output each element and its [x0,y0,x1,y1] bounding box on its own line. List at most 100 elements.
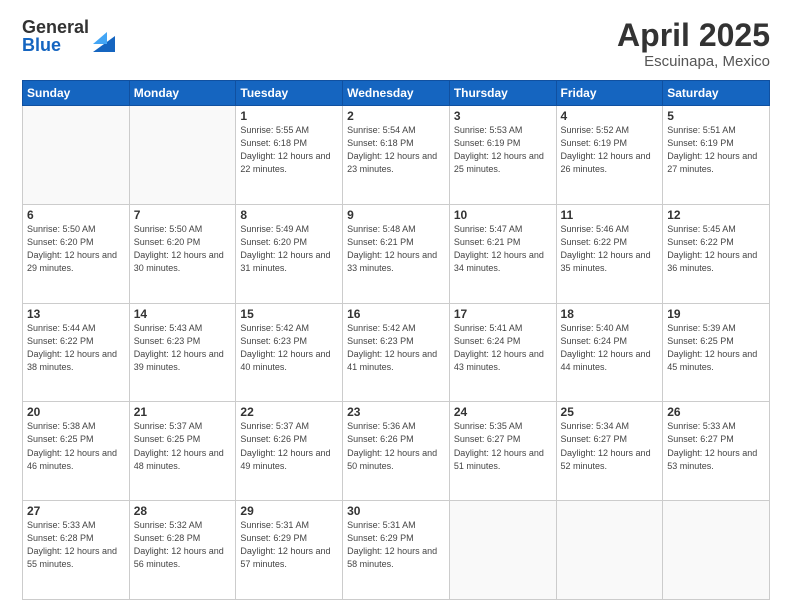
calendar-body: 1Sunrise: 5:55 AM Sunset: 6:18 PM Daylig… [23,106,770,600]
header-sunday: Sunday [23,81,130,106]
day-number: 2 [347,109,445,123]
day-number: 24 [454,405,552,419]
calendar-cell [23,106,130,205]
day-number: 19 [667,307,765,321]
day-number: 5 [667,109,765,123]
logo-text: General Blue [22,18,89,54]
calendar-cell [449,501,556,600]
day-info: Sunrise: 5:44 AM Sunset: 6:22 PM Dayligh… [27,322,125,374]
day-number: 8 [240,208,338,222]
calendar-title: April 2025 [617,18,770,53]
calendar-subtitle: Escuinapa, Mexico [617,53,770,70]
day-number: 3 [454,109,552,123]
calendar-cell: 13Sunrise: 5:44 AM Sunset: 6:22 PM Dayli… [23,303,130,402]
day-info: Sunrise: 5:37 AM Sunset: 6:25 PM Dayligh… [134,420,232,472]
calendar-cell [129,106,236,205]
day-number: 11 [561,208,659,222]
header-friday: Friday [556,81,663,106]
calendar-cell: 30Sunrise: 5:31 AM Sunset: 6:29 PM Dayli… [343,501,450,600]
day-info: Sunrise: 5:31 AM Sunset: 6:29 PM Dayligh… [240,519,338,571]
calendar-cell: 8Sunrise: 5:49 AM Sunset: 6:20 PM Daylig… [236,204,343,303]
day-info: Sunrise: 5:40 AM Sunset: 6:24 PM Dayligh… [561,322,659,374]
calendar-cell: 21Sunrise: 5:37 AM Sunset: 6:25 PM Dayli… [129,402,236,501]
calendar-cell: 19Sunrise: 5:39 AM Sunset: 6:25 PM Dayli… [663,303,770,402]
day-info: Sunrise: 5:47 AM Sunset: 6:21 PM Dayligh… [454,223,552,275]
day-info: Sunrise: 5:42 AM Sunset: 6:23 PM Dayligh… [240,322,338,374]
calendar-header: Sunday Monday Tuesday Wednesday Thursday… [23,81,770,106]
day-number: 16 [347,307,445,321]
logo-blue-text: Blue [22,36,89,54]
day-number: 10 [454,208,552,222]
day-info: Sunrise: 5:38 AM Sunset: 6:25 PM Dayligh… [27,420,125,472]
calendar-week-3: 13Sunrise: 5:44 AM Sunset: 6:22 PM Dayli… [23,303,770,402]
day-info: Sunrise: 5:33 AM Sunset: 6:28 PM Dayligh… [27,519,125,571]
calendar-cell [663,501,770,600]
calendar-cell: 7Sunrise: 5:50 AM Sunset: 6:20 PM Daylig… [129,204,236,303]
day-number: 6 [27,208,125,222]
calendar-cell: 12Sunrise: 5:45 AM Sunset: 6:22 PM Dayli… [663,204,770,303]
header-tuesday: Tuesday [236,81,343,106]
day-number: 17 [454,307,552,321]
calendar-table: Sunday Monday Tuesday Wednesday Thursday… [22,80,770,600]
day-number: 18 [561,307,659,321]
day-info: Sunrise: 5:48 AM Sunset: 6:21 PM Dayligh… [347,223,445,275]
calendar-cell: 4Sunrise: 5:52 AM Sunset: 6:19 PM Daylig… [556,106,663,205]
day-info: Sunrise: 5:45 AM Sunset: 6:22 PM Dayligh… [667,223,765,275]
day-number: 1 [240,109,338,123]
calendar-cell: 16Sunrise: 5:42 AM Sunset: 6:23 PM Dayli… [343,303,450,402]
day-number: 9 [347,208,445,222]
day-info: Sunrise: 5:50 AM Sunset: 6:20 PM Dayligh… [134,223,232,275]
day-info: Sunrise: 5:31 AM Sunset: 6:29 PM Dayligh… [347,519,445,571]
calendar-week-1: 1Sunrise: 5:55 AM Sunset: 6:18 PM Daylig… [23,106,770,205]
day-number: 7 [134,208,232,222]
day-info: Sunrise: 5:55 AM Sunset: 6:18 PM Dayligh… [240,124,338,176]
calendar-cell: 6Sunrise: 5:50 AM Sunset: 6:20 PM Daylig… [23,204,130,303]
weekday-header-row: Sunday Monday Tuesday Wednesday Thursday… [23,81,770,106]
day-info: Sunrise: 5:41 AM Sunset: 6:24 PM Dayligh… [454,322,552,374]
day-info: Sunrise: 5:53 AM Sunset: 6:19 PM Dayligh… [454,124,552,176]
day-info: Sunrise: 5:46 AM Sunset: 6:22 PM Dayligh… [561,223,659,275]
day-number: 21 [134,405,232,419]
day-info: Sunrise: 5:32 AM Sunset: 6:28 PM Dayligh… [134,519,232,571]
day-info: Sunrise: 5:54 AM Sunset: 6:18 PM Dayligh… [347,124,445,176]
calendar-cell: 23Sunrise: 5:36 AM Sunset: 6:26 PM Dayli… [343,402,450,501]
calendar-week-4: 20Sunrise: 5:38 AM Sunset: 6:25 PM Dayli… [23,402,770,501]
day-info: Sunrise: 5:50 AM Sunset: 6:20 PM Dayligh… [27,223,125,275]
day-info: Sunrise: 5:42 AM Sunset: 6:23 PM Dayligh… [347,322,445,374]
calendar-cell: 14Sunrise: 5:43 AM Sunset: 6:23 PM Dayli… [129,303,236,402]
calendar-cell: 29Sunrise: 5:31 AM Sunset: 6:29 PM Dayli… [236,501,343,600]
day-info: Sunrise: 5:49 AM Sunset: 6:20 PM Dayligh… [240,223,338,275]
calendar-cell: 2Sunrise: 5:54 AM Sunset: 6:18 PM Daylig… [343,106,450,205]
calendar-cell: 18Sunrise: 5:40 AM Sunset: 6:24 PM Dayli… [556,303,663,402]
day-number: 25 [561,405,659,419]
day-number: 28 [134,504,232,518]
calendar-cell: 5Sunrise: 5:51 AM Sunset: 6:19 PM Daylig… [663,106,770,205]
calendar-cell [556,501,663,600]
day-number: 26 [667,405,765,419]
calendar-cell: 20Sunrise: 5:38 AM Sunset: 6:25 PM Dayli… [23,402,130,501]
calendar-cell: 25Sunrise: 5:34 AM Sunset: 6:27 PM Dayli… [556,402,663,501]
title-block: April 2025 Escuinapa, Mexico [617,18,770,70]
day-info: Sunrise: 5:35 AM Sunset: 6:27 PM Dayligh… [454,420,552,472]
day-number: 20 [27,405,125,419]
calendar-cell: 9Sunrise: 5:48 AM Sunset: 6:21 PM Daylig… [343,204,450,303]
calendar-cell: 17Sunrise: 5:41 AM Sunset: 6:24 PM Dayli… [449,303,556,402]
calendar-cell: 28Sunrise: 5:32 AM Sunset: 6:28 PM Dayli… [129,501,236,600]
logo: General Blue [22,18,115,54]
day-info: Sunrise: 5:37 AM Sunset: 6:26 PM Dayligh… [240,420,338,472]
day-info: Sunrise: 5:36 AM Sunset: 6:26 PM Dayligh… [347,420,445,472]
day-number: 30 [347,504,445,518]
calendar-cell: 26Sunrise: 5:33 AM Sunset: 6:27 PM Dayli… [663,402,770,501]
calendar-cell: 22Sunrise: 5:37 AM Sunset: 6:26 PM Dayli… [236,402,343,501]
header-wednesday: Wednesday [343,81,450,106]
day-number: 14 [134,307,232,321]
day-number: 15 [240,307,338,321]
calendar-cell: 10Sunrise: 5:47 AM Sunset: 6:21 PM Dayli… [449,204,556,303]
day-number: 23 [347,405,445,419]
page: General Blue April 2025 Escuinapa, Mexic… [0,0,792,612]
header-saturday: Saturday [663,81,770,106]
calendar-cell: 15Sunrise: 5:42 AM Sunset: 6:23 PM Dayli… [236,303,343,402]
day-info: Sunrise: 5:39 AM Sunset: 6:25 PM Dayligh… [667,322,765,374]
day-info: Sunrise: 5:51 AM Sunset: 6:19 PM Dayligh… [667,124,765,176]
day-number: 27 [27,504,125,518]
